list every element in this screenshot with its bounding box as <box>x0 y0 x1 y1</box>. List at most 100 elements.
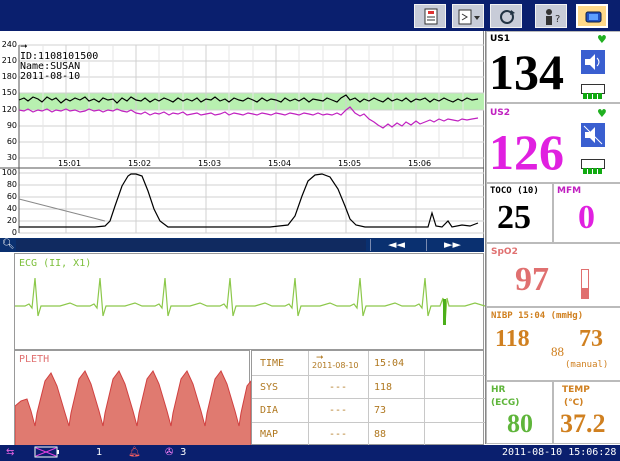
status-datetime: 2011-08-10 15:06:28 <box>502 447 617 458</box>
bed-number: 1 <box>96 447 103 458</box>
spo2-box[interactable]: SpO2 97 <box>486 243 620 307</box>
trace-scrollbar[interactable]: 🔍︎ ◄◄ ►► <box>0 238 484 252</box>
temp-sub: (°C) <box>564 398 584 408</box>
alarm-count: 3 <box>180 447 187 458</box>
temp-box[interactable]: TEMP (°C) 37.2 <box>553 381 620 444</box>
us1-box[interactable]: US1 134 ♥ <box>486 31 620 103</box>
toco-axis-60: 60 <box>6 192 17 201</box>
hr-value: 80 <box>507 409 533 438</box>
fhr-axis-150: 150 <box>1 88 17 97</box>
row-date: --- <box>329 429 348 440</box>
mfm-box[interactable]: MFM 0 <box>553 183 620 243</box>
nibp-mode: (manual) <box>565 360 609 370</box>
time-label: 15:01 <box>58 159 82 168</box>
menu-dropdown-button[interactable] <box>452 4 484 28</box>
toco-trace <box>19 173 479 228</box>
time-label: 15:03 <box>198 159 222 168</box>
network-icon: ⇆ <box>6 447 15 458</box>
scroll-forward-button[interactable]: ►► <box>426 239 478 251</box>
ecg-waveform <box>15 277 485 325</box>
speaker-mute-icon[interactable] <box>581 123 605 147</box>
fhr-axis-90: 90 <box>6 121 17 130</box>
patient-date: 2011-08-10 <box>20 71 81 82</box>
toco-axis-100: 100 <box>1 168 17 177</box>
pleth-waveform <box>15 370 251 446</box>
toco-axis-20: 20 <box>6 216 17 225</box>
nibp-map: 88 <box>551 344 564 359</box>
toco-axis-0: 0 <box>11 228 17 237</box>
monitor-button[interactable] <box>576 4 608 28</box>
nibp-history-table: TIME ➞ 2011-08-10 15:04 SYS --- 118 DIA … <box>251 350 485 446</box>
row-label: DIA <box>260 405 279 416</box>
fhr-axis-240: 240 <box>1 40 17 49</box>
fhr-axis-180: 180 <box>1 72 17 81</box>
help-button[interactable]: ? <box>535 4 567 28</box>
heart-icon: ♥ <box>597 107 607 120</box>
perfusion-fill <box>582 288 588 298</box>
status-bar: ⇆ 1 🔔︎ ✇ 3 2011-08-10 15:06:28 <box>0 445 620 461</box>
mfm-label: MFM <box>557 186 582 196</box>
refresh-button[interactable] <box>490 4 522 28</box>
row-value: 73 <box>374 405 387 416</box>
hr-sub: (ECG) <box>491 398 520 408</box>
top-toolbar: ? <box>0 0 620 31</box>
speaker-icon[interactable] <box>581 50 605 74</box>
us2-box[interactable]: US2 126 ♥ <box>486 103 620 183</box>
toco-marker-line <box>18 198 106 222</box>
toco-axis-80: 80 <box>6 180 17 189</box>
row-value: 15:04 <box>374 358 405 369</box>
battery-icon <box>34 446 60 461</box>
temp-label: TEMP <box>562 385 590 395</box>
toco-axis-40: 40 <box>6 204 17 213</box>
hr-box[interactable]: HR (ECG) 80 <box>486 381 553 444</box>
time-label: 15:05 <box>338 159 362 168</box>
alarm-icon[interactable]: ✇ <box>165 447 173 458</box>
time-label: 15:04 <box>268 159 292 168</box>
spo2-value: 97 <box>515 261 549 298</box>
pleth-waveform-panel: PLETH <box>14 350 251 446</box>
scroll-track[interactable] <box>16 239 366 251</box>
heart-icon: ♥ <box>597 33 607 46</box>
fetal-trace-panel: 240 210 180 150 120 90 60 30 100 80 60 4… <box>0 31 484 238</box>
mfm-value: 0 <box>578 199 595 236</box>
book-button[interactable] <box>414 4 446 28</box>
hr-label: HR <box>491 385 506 395</box>
temp-value: 37.2 <box>560 409 606 438</box>
signal-bars-icon <box>581 84 605 99</box>
parameter-column: US1 134 ♥ US2 126 ♥ TOCO (10) 25 MFM 0 S… <box>485 31 620 444</box>
us2-value: 126 <box>489 124 564 180</box>
fhr-axis-60: 60 <box>6 137 17 146</box>
fhr-axis-120: 120 <box>1 105 17 114</box>
signal-bars-icon <box>581 159 605 174</box>
toco-label: TOCO (10) <box>490 186 539 196</box>
time-label: 15:06 <box>408 159 432 168</box>
nibp-label: NIBP 15:04 (mmHg) <box>491 311 584 321</box>
magnifier-icon[interactable]: 🔍︎ <box>2 239 15 251</box>
time-label: 15:02 <box>128 159 152 168</box>
book-icon <box>424 8 438 25</box>
fhr-axis-30: 30 <box>6 153 17 162</box>
menu-dropdown-icon <box>458 9 480 25</box>
row-date: 2011-08-10 <box>312 361 359 370</box>
row-value: 118 <box>374 382 393 393</box>
fhr-axis-210: 210 <box>1 56 17 65</box>
row-label: TIME <box>260 358 285 369</box>
perfusion-bar <box>581 269 589 299</box>
nibp-sys: 118 <box>495 326 530 352</box>
row-date: --- <box>329 405 348 416</box>
us1-value: 134 <box>489 44 564 100</box>
nibp-dia: 73 <box>579 326 603 352</box>
person-help-icon: ? <box>546 9 560 25</box>
refresh-icon <box>500 10 515 24</box>
row-date: --- <box>329 382 348 393</box>
bell-icon[interactable]: 🔔︎ <box>128 447 141 458</box>
row-value: 88 <box>374 429 387 440</box>
nibp-box[interactable]: NIBP 15:04 (mmHg) 118 88 73 (manual) <box>486 307 620 381</box>
svg-text:?: ? <box>555 14 560 25</box>
toco-value: 25 <box>497 199 531 236</box>
us2-label: US2 <box>490 108 511 118</box>
toco-box[interactable]: TOCO (10) 25 <box>486 183 553 243</box>
monitor-icon <box>585 11 602 23</box>
spo2-label: SpO2 <box>491 247 518 257</box>
scroll-back-button[interactable]: ◄◄ <box>370 239 422 251</box>
